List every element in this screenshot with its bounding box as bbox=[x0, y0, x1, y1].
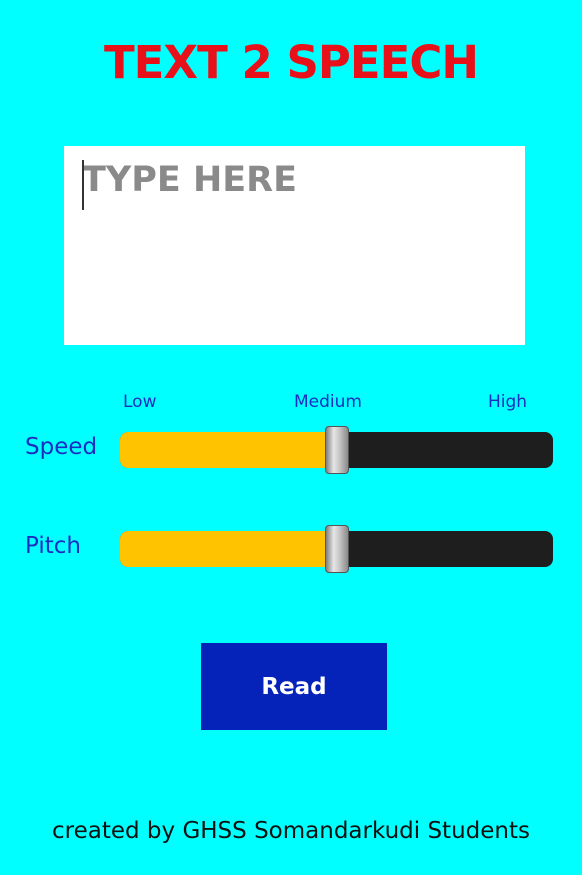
pitch-slider-fill bbox=[120, 531, 337, 567]
scale-label-low: Low bbox=[123, 392, 157, 412]
speed-slider-fill bbox=[120, 432, 337, 468]
text-input[interactable] bbox=[64, 146, 525, 345]
pitch-label: Pitch bbox=[25, 533, 81, 559]
speed-slider-thumb[interactable] bbox=[325, 426, 349, 474]
app-title: TEXT 2 SPEECH bbox=[103, 36, 479, 89]
text-cursor bbox=[82, 160, 84, 210]
speed-label: Speed bbox=[25, 434, 98, 460]
pitch-slider[interactable] bbox=[120, 525, 553, 573]
speed-slider[interactable] bbox=[120, 426, 553, 474]
footer-credit: created by GHSS Somandarkudi Students bbox=[52, 818, 530, 844]
scale-label-medium: Medium bbox=[294, 392, 362, 412]
scale-label-high: High bbox=[488, 392, 528, 412]
read-button[interactable]: Read bbox=[201, 643, 387, 730]
pitch-slider-thumb[interactable] bbox=[325, 525, 349, 573]
